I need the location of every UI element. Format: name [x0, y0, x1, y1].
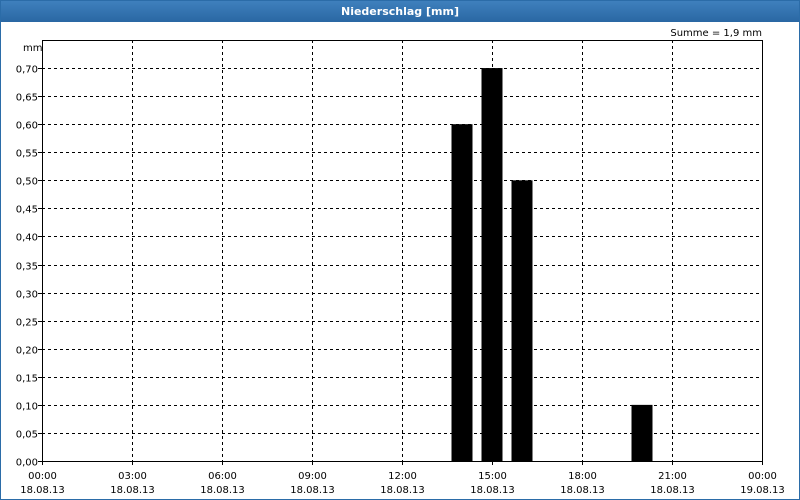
y-tick-label: 0,15 — [16, 374, 38, 385]
y-tick-label: 0,70 — [16, 65, 38, 76]
precipitation-bar — [631, 404, 653, 461]
axes — [38, 40, 763, 465]
x-tick-time-label: 00:00 — [748, 471, 777, 482]
precipitation-bar — [511, 180, 533, 462]
y-tick-label: 0,30 — [16, 290, 38, 301]
y-tick-labels: 0,00 0,05 0,10 0,15 0,20 0,25 0,30 0,35 0,40 0,45… — [16, 65, 38, 469]
x-tick-time-label: 21:00 — [658, 471, 687, 482]
y-tick-label: 0,00 — [16, 458, 38, 469]
x-tick-date-label: 18.08.13 — [200, 485, 245, 496]
x-tick-date-label: 18.08.13 — [20, 485, 65, 496]
y-tick-label: 0,65 — [16, 93, 38, 104]
y-tick-label: 0,45 — [16, 205, 38, 216]
y-tick-label: 0,60 — [16, 121, 38, 132]
precipitation-chart: 0,00 0,05 0,10 0,15 0,20 0,25 0,30 0,35 0,40 0,45… — [16, 28, 785, 496]
x-tick-time-label: 18:00 — [568, 471, 597, 482]
x-tick-time-label: 06:00 — [208, 471, 237, 482]
x-tick-time-label: 12:00 — [388, 471, 417, 482]
x-tick-labels: 00:00 18.08.13 03:00 18.08.13 06:00 18.08.13 0… — [20, 471, 785, 496]
precipitation-bar — [451, 124, 473, 461]
y-tick-label: 0,40 — [16, 233, 38, 244]
grid — [42, 40, 762, 461]
sum-annotation: Summe = 1,9 mm — [670, 28, 762, 39]
x-tick-time-label: 09:00 — [298, 471, 327, 482]
x-tick-date-label: 19.08.13 — [740, 485, 785, 496]
x-tick-date-label: 18.08.13 — [470, 485, 515, 496]
y-tick-label: 0,20 — [16, 346, 38, 357]
x-tick-date-label: 18.08.13 — [650, 485, 695, 496]
x-tick-time-label: 15:00 — [478, 471, 507, 482]
chart-window: Niederschlag [mm] 0,00 0,05 0,10 0,15 0,20 0,… — [0, 0, 800, 500]
x-tick-date-label: 18.08.13 — [110, 485, 155, 496]
y-tick-label: 0,05 — [16, 430, 38, 441]
x-tick-time-label: 03:00 — [118, 471, 147, 482]
x-tick-date-label: 18.08.13 — [380, 485, 425, 496]
precipitation-bar — [481, 68, 503, 462]
x-tick-date-label: 18.08.13 — [290, 485, 335, 496]
y-tick-label: 0,55 — [16, 149, 38, 160]
y-tick-label: 0,10 — [16, 402, 38, 413]
chart-title: Niederschlag [mm] — [1, 1, 799, 22]
x-tick-date-label: 18.08.13 — [560, 485, 605, 496]
x-tick-time-label: 00:00 — [28, 471, 57, 482]
y-axis-label: mm — [23, 43, 42, 54]
y-tick-label: 0,35 — [16, 262, 38, 273]
y-tick-label: 0,50 — [16, 177, 38, 188]
bars — [451, 68, 653, 462]
y-tick-label: 0,25 — [16, 318, 38, 329]
